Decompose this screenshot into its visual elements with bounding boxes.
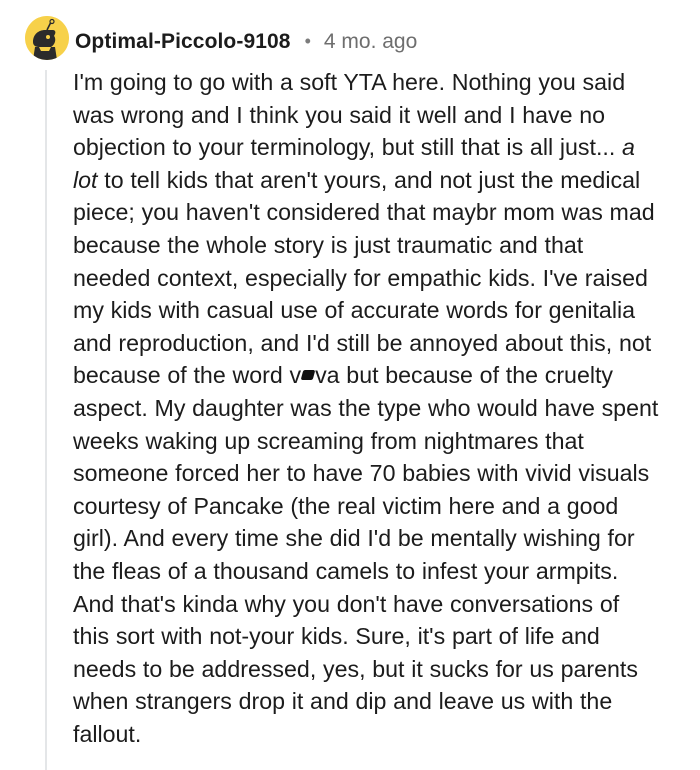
comment-line: And that's kinda why you don't have conv…	[73, 590, 620, 617]
comment-line: girl). And every time she did I'd be men…	[73, 525, 635, 552]
emphasis-text: a	[622, 134, 635, 161]
comment-line: lot to tell kids that aren't yours, and …	[73, 166, 641, 193]
snoo-avatar-icon	[25, 16, 69, 60]
comment-line: because the whole story is just traumati…	[73, 231, 584, 258]
comment-line: weeks waking up screaming from nightmare…	[73, 427, 584, 454]
comment-line: I'm going to go with a soft YTA here. No…	[73, 69, 626, 95]
comment-line: piece; you haven't considered that maybr…	[73, 199, 655, 226]
comment-line: because of the word v va but because of t…	[73, 362, 614, 389]
comment-line: was wrong and I think you said it well a…	[73, 101, 606, 128]
comment-line: this sort with not-your kids. Sure, it's…	[73, 623, 600, 650]
censor-mark	[300, 370, 316, 381]
comment-paragraph: I'm going to go with a soft YTA here. No…	[73, 66, 683, 750]
user-avatar[interactable]	[25, 16, 69, 60]
comment-line: aspect. My daughter was the type who wou…	[73, 394, 659, 421]
comment-line: the fleas of a thousand camels to infest…	[73, 557, 619, 584]
comment-line: needed context, especially for empathic …	[73, 264, 648, 291]
meta-separator: •	[304, 30, 311, 51]
comment-line: courtesy of Pancake (the real victim her…	[73, 492, 619, 519]
comment-header: Optimal-Piccolo-9108 • 4 mo. ago	[75, 26, 417, 58]
comment-line: objection to your terminology, but still…	[73, 134, 635, 161]
thread-line[interactable]	[45, 70, 47, 770]
comment-line: needs to be addressed, yes, but it sucks…	[73, 655, 638, 682]
comment-body: I'm going to go with a soft YTA here. No…	[73, 66, 683, 750]
comment-line: my kids with casual use of accurate word…	[73, 297, 636, 324]
comment-line: when strangers drop it and dip and leave…	[73, 688, 613, 715]
username-link[interactable]: Optimal-Piccolo-9108	[75, 30, 291, 54]
emphasis-text: lot	[73, 166, 98, 193]
comment-line: someone forced her to have 70 babies wit…	[73, 460, 650, 487]
timestamp-link[interactable]: 4 mo. ago	[324, 30, 417, 54]
comment-line: fallout.	[73, 720, 142, 747]
comment-line: and reproduction, and I'd still be annoy…	[73, 329, 652, 356]
